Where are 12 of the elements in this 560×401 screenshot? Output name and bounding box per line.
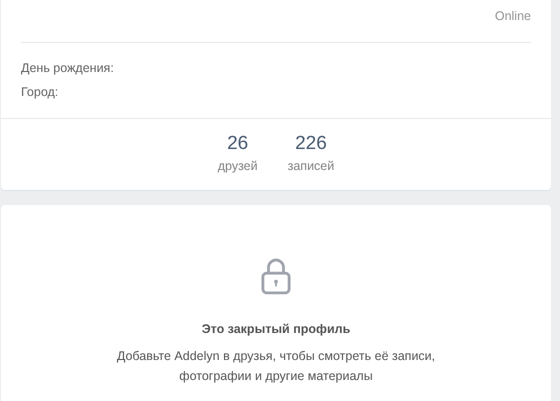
counter-link[interactable]: 26 друзей [214, 132, 262, 176]
closed-title: Это закрытый профиль [202, 322, 350, 336]
info-label: День рождения: [21, 61, 114, 75]
closed-message: Добавьте Addelyn в друзья, чтобы смотреть её записи, фотографии и другие материалы [116, 348, 436, 385]
counter-label: записей [288, 158, 334, 175]
lock-icon [261, 257, 291, 295]
counter-link[interactable]: 226 записей [284, 132, 338, 176]
counter-value: 26 [227, 132, 248, 156]
counter-label: друзей [218, 158, 258, 175]
info-label: Город: [21, 85, 58, 99]
counter-value: 226 [295, 132, 327, 156]
online-status: Online [494, 9, 531, 25]
